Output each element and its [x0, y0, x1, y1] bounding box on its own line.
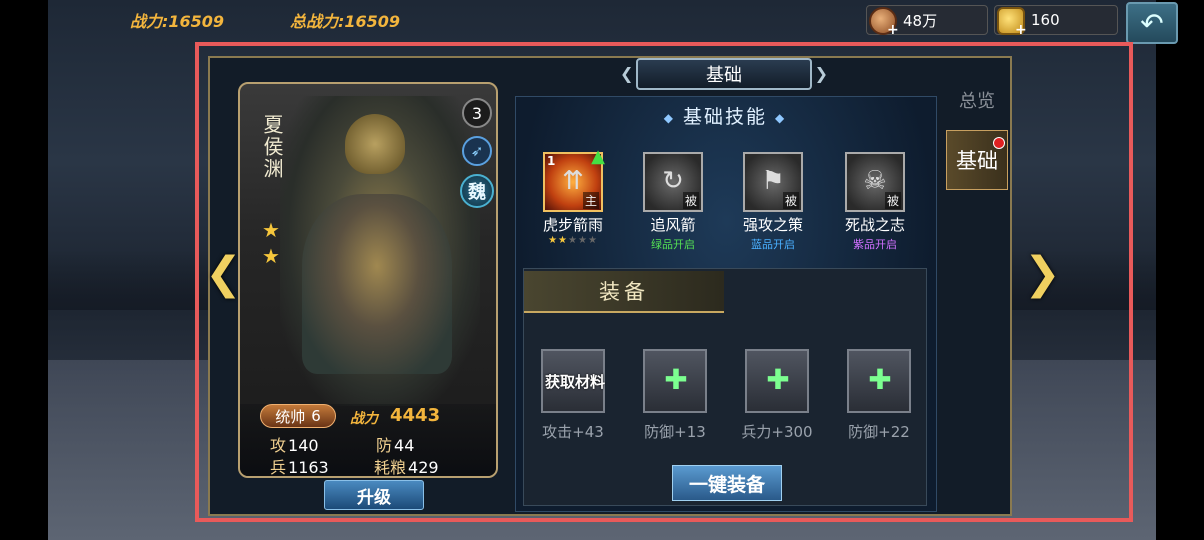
gold-amount: 160 [1031, 11, 1060, 29]
power-readout: 战力:16509 [130, 12, 225, 31]
coin-counter[interactable]: + 48万 [866, 5, 988, 38]
back-arrow-icon: ↶ [1140, 6, 1164, 40]
gold-counter[interactable]: + 160 [994, 5, 1118, 38]
top-bar: 战力:16509 总战力:16509 + 48万 + 160 ↶ [48, 0, 1178, 44]
add-coin-icon[interactable]: + [887, 22, 899, 38]
letterbox-left [0, 0, 48, 540]
coin-amount: 48万 [903, 11, 938, 30]
highlight-border [195, 42, 1133, 522]
back-button[interactable]: ↶ [1126, 2, 1178, 44]
letterbox-right [1156, 0, 1204, 540]
add-gold-icon[interactable]: + [1015, 22, 1027, 38]
total-power-readout: 总战力:16509 [290, 12, 401, 31]
